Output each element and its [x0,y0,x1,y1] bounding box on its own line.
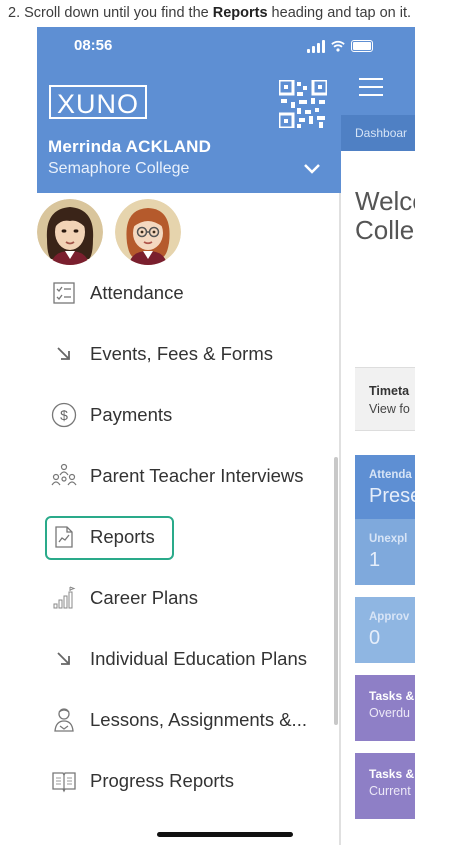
arrow-down-right-icon [51,646,77,672]
menu-label: Progress Reports [90,770,234,791]
home-indicator[interactable] [157,832,293,837]
phone-screen: Dashboar Welco Colleg Timeta View fo Att… [37,27,415,845]
arrow-down-right-icon [51,341,77,367]
card-title: Timeta [369,384,410,398]
status-time: 08:56 [74,37,113,54]
menu-label: Lessons, Assignments &... [90,709,307,730]
card-title: Tasks & [369,767,415,781]
instruction-suffix: heading and tap on it. [267,5,412,21]
card-title: Approv [369,611,410,623]
card-value: 0 [369,627,381,649]
card-title: Tasks & [369,689,415,703]
status-icons [307,39,373,53]
instruction-prefix: 2. Scroll down until you find the [8,5,213,21]
drawer-scrollbar[interactable] [334,457,338,725]
hamburger-menu-icon[interactable] [359,78,383,96]
menu-item-progress-reports[interactable]: Progress Reports [37,761,337,801]
dollar-coin-icon: $ [51,402,77,428]
welcome-line-2: Colleg [355,215,415,245]
menu-item-individual-education-plans[interactable]: Individual Education Plans [37,639,337,679]
reports-highlight-box [45,516,174,560]
menu-label: Career Plans [90,587,198,608]
checklist-icon [51,280,77,306]
card-value: View fo [369,402,410,416]
instruction-bold: Reports [212,5,268,21]
tasks-overdue-card[interactable]: Tasks & Overdu [355,675,415,741]
card-value: Prese [369,485,415,507]
welcome-heading: Welco Colleg [341,177,415,257]
xuno-logo: XUNO [49,85,147,119]
open-book-icon [51,768,77,794]
menu-label: Events, Fees & Forms [90,343,273,364]
menu-item-attendance[interactable]: Attendance [37,273,337,313]
unexplained-card[interactable]: Unexpl 1 [355,519,415,585]
approved-card[interactable]: Approv 0 [355,597,415,663]
signal-icon [307,40,325,53]
card-title: Attenda [369,469,412,481]
card-value: Current [369,784,411,798]
timetable-card[interactable]: Timeta View fo [355,367,415,431]
menu-label: Individual Education Plans [90,648,308,669]
tab-bar: Dashboar [341,115,415,151]
tasks-current-card[interactable]: Tasks & Current [355,753,415,819]
student-avatar[interactable] [115,199,181,265]
attendance-card[interactable]: Attenda Prese [355,455,415,521]
chevron-down-icon[interactable] [303,163,321,175]
menu-label: Attendance [90,282,184,303]
qr-code-icon[interactable] [279,80,327,128]
wifi-icon [331,40,345,52]
student-avatar[interactable] [37,199,103,265]
menu-item-events-fees-forms[interactable]: Events, Fees & Forms [37,334,337,374]
school-name: Semaphore College [48,160,190,177]
menu-label: Parent Teacher Interviews [90,465,304,486]
bar-growth-icon [51,585,77,611]
welcome-line-1: Welco [355,186,415,216]
card-value: 1 [369,549,381,571]
card-value: Overdu [369,706,410,720]
instruction-text: 2. Scroll down until you find the Report… [8,4,463,22]
student-icon [51,707,77,733]
card-title: Unexpl [369,533,408,545]
battery-icon [351,40,373,52]
menu-item-lessons-assignments[interactable]: Lessons, Assignments &... [37,700,337,740]
menu-label: Payments [90,404,173,425]
drawer-header: 08:56 XUNO Merrinda ACKLAND Semaphore Co… [37,27,373,193]
menu-item-career-plans[interactable]: Career Plans [37,578,337,618]
people-group-icon [51,463,77,489]
tab-dashboard[interactable]: Dashboar [355,126,407,140]
menu-item-payments[interactable]: $ Payments [37,395,337,435]
svg-text:$: $ [60,407,68,423]
user-name: Merrinda ACKLAND [48,137,212,156]
menu-item-parent-teacher-interviews[interactable]: Parent Teacher Interviews [37,456,337,496]
